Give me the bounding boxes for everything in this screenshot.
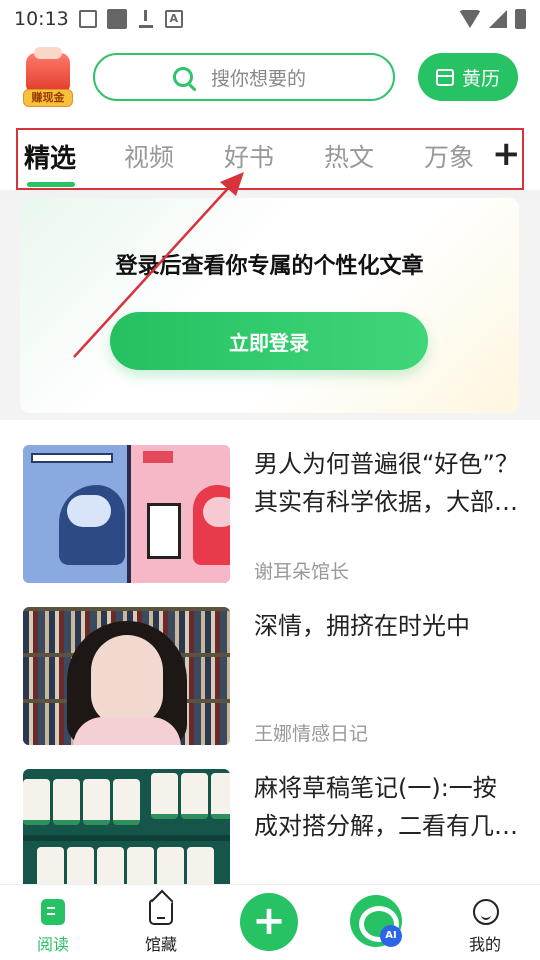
login-prompt: 登录后查看你专属的个性化文章 bbox=[115, 254, 424, 279]
calendar-icon bbox=[435, 68, 454, 86]
red-envelope-icon bbox=[26, 47, 70, 93]
download-icon bbox=[137, 10, 155, 28]
add-tab-button[interactable]: + bbox=[492, 134, 521, 174]
gallery-icon bbox=[78, 10, 97, 28]
nav-collection-label: 馆藏 bbox=[144, 935, 177, 954]
battery-icon bbox=[515, 9, 526, 29]
category-tabs: 精选 视频 好书 热文 万象 + bbox=[16, 128, 524, 190]
nav-mine[interactable]: 我的 bbox=[440, 885, 530, 960]
profile-icon bbox=[473, 899, 499, 925]
article-title: 男人为何普遍很“好色”？其实有科学依据，大部分... bbox=[254, 450, 519, 516]
earn-cash-button[interactable]: 赚现金 bbox=[20, 47, 76, 107]
active-tab-indicator bbox=[27, 182, 75, 187]
search-bar[interactable]: 搜你想要的 bbox=[93, 53, 395, 101]
article-item[interactable]: 男人为何普遍很“好色”？其实有科学依据，大部分... 谢耳朵馆长 bbox=[0, 445, 540, 595]
article-title: 麻将草稿笔记(一):一按成对搭分解，二看有几个刻子... bbox=[254, 774, 518, 840]
ai-badge: AI bbox=[380, 925, 402, 947]
article-item[interactable]: 深情，拥挤在时光中 王娜情感日记 bbox=[0, 607, 540, 757]
status-bar: 10:13 A bbox=[0, 0, 540, 38]
article-source: 谢耳朵馆长 bbox=[254, 561, 350, 583]
header: 赚现金 搜你想要的 黄历 bbox=[0, 47, 540, 108]
tab-panorama[interactable]: 万象 bbox=[424, 138, 474, 174]
earn-cash-label: 赚现金 bbox=[23, 89, 73, 107]
nav-read-label: 阅读 bbox=[36, 935, 69, 954]
search-icon bbox=[173, 67, 193, 87]
tab-featured[interactable]: 精选 bbox=[24, 138, 76, 175]
read-icon bbox=[41, 899, 65, 925]
tab-hot-articles[interactable]: 热文 bbox=[324, 138, 374, 174]
login-card: 登录后查看你专属的个性化文章 立即登录 bbox=[20, 198, 519, 413]
bottom-nav: 阅读 馆藏 + AI 我的 bbox=[0, 884, 540, 960]
almanac-button[interactable]: 黄历 bbox=[418, 53, 518, 101]
article-thumbnail bbox=[23, 445, 230, 583]
create-button[interactable]: + bbox=[240, 893, 298, 951]
login-section: 登录后查看你专属的个性化文章 立即登录 bbox=[0, 198, 540, 420]
tab-video[interactable]: 视频 bbox=[124, 138, 174, 174]
login-button[interactable]: 立即登录 bbox=[110, 312, 428, 370]
search-placeholder: 搜你想要的 bbox=[211, 67, 307, 90]
font-a-icon: A bbox=[164, 10, 183, 28]
nav-read[interactable]: 阅读 bbox=[8, 885, 98, 960]
home-icon bbox=[149, 899, 173, 925]
app-notification-icon bbox=[106, 9, 127, 29]
article-title: 深情，拥挤在时光中 bbox=[254, 612, 470, 640]
almanac-label: 黄历 bbox=[461, 67, 500, 90]
tab-books[interactable]: 好书 bbox=[224, 138, 274, 174]
article-thumbnail bbox=[23, 607, 230, 745]
signal-icon bbox=[489, 10, 507, 28]
wifi-icon bbox=[459, 10, 481, 28]
clock: 10:13 bbox=[14, 8, 69, 30]
divider bbox=[0, 190, 540, 198]
nav-collection[interactable]: 馆藏 bbox=[116, 885, 206, 960]
article-source: 王娜情感日记 bbox=[254, 723, 369, 745]
nav-mine-label: 我的 bbox=[468, 935, 501, 954]
